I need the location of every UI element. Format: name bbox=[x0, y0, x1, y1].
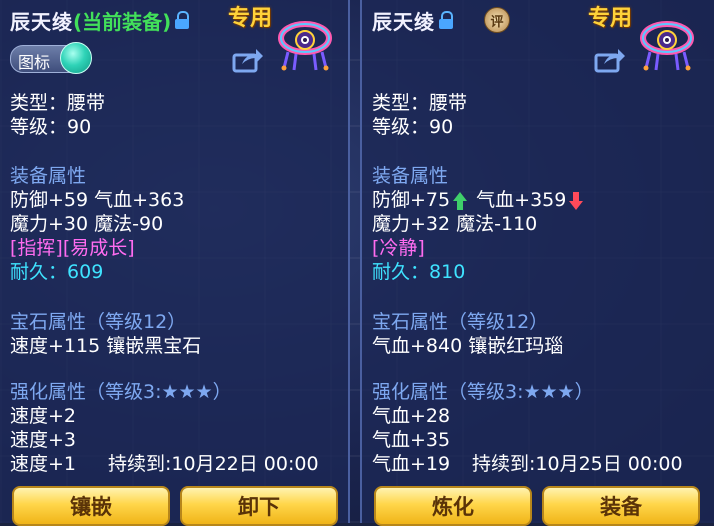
item-name: 辰天绫 bbox=[10, 9, 73, 34]
durability-value: 609 bbox=[67, 261, 104, 283]
gem-line: 速度+115 镶嵌黑宝石 bbox=[10, 335, 202, 357]
enhance-duration: 持续到:10月25日 00:00 bbox=[472, 453, 683, 475]
compare-equipment-panel: 辰天绫 专用 类型：腰带 等级：90 装备属性 防御+75 气血+359 魔力+… bbox=[360, 0, 714, 526]
up-arrow-icon bbox=[453, 191, 468, 210]
belt-icon[interactable] bbox=[638, 14, 696, 72]
exclusive-label: 专用 bbox=[228, 6, 273, 31]
share-icon[interactable] bbox=[232, 46, 264, 74]
equip-button[interactable]: 装备 bbox=[542, 486, 700, 526]
type-line: 类型：腰带 bbox=[372, 92, 468, 114]
item-title: 辰天绫 bbox=[372, 6, 453, 34]
equipped-tag: (当前装备) bbox=[73, 9, 172, 34]
icon-toggle-label: 图标 bbox=[18, 53, 51, 72]
level-line: 等级：90 bbox=[10, 116, 92, 138]
unequip-button[interactable]: 卸下 bbox=[180, 486, 338, 526]
lock-icon[interactable] bbox=[439, 11, 453, 29]
enhance-line-3: 速度+1 bbox=[10, 453, 77, 475]
level-line: 等级：90 bbox=[372, 116, 454, 138]
durability: 耐久：810 bbox=[372, 260, 465, 284]
inlay-button[interactable]: 镶嵌 bbox=[12, 486, 170, 526]
attr-line-2: 魔力+32 魔法-110 bbox=[372, 213, 538, 235]
enhance-line-2: 气血+35 bbox=[372, 429, 451, 451]
hp-value: 气血+359 bbox=[476, 189, 567, 211]
attr-line-2: 魔力+30 魔法-90 bbox=[10, 213, 164, 235]
lock-icon[interactable] bbox=[175, 11, 190, 29]
attr-heading: 装备属性 bbox=[372, 165, 449, 187]
belt-icon[interactable] bbox=[276, 14, 334, 72]
attr-heading: 装备属性 bbox=[10, 165, 87, 187]
defense-value: 防御+75 bbox=[372, 189, 451, 211]
refine-button[interactable]: 炼化 bbox=[374, 486, 532, 526]
durability-label: 耐久： bbox=[10, 261, 68, 283]
icon-toggle[interactable]: 图标 bbox=[10, 42, 92, 74]
enhance-line-2: 速度+3 bbox=[10, 429, 77, 451]
durability: 耐久：609 bbox=[10, 260, 103, 284]
rate-badge[interactable]: 评 bbox=[484, 7, 510, 33]
current-equipment-panel: 辰天绫 (当前装备) 专用 图标 类型：腰带 等级：90 装备属性 防御+59 … bbox=[0, 0, 350, 526]
special-effects: [指挥][易成长] bbox=[10, 237, 135, 259]
item-name: 辰天绫 bbox=[372, 9, 435, 34]
enhance-line-3: 气血+19 bbox=[372, 453, 451, 475]
gem-heading: 宝石属性（等级12） bbox=[10, 311, 187, 333]
share-icon[interactable] bbox=[594, 46, 626, 74]
item-title: 辰天绫 (当前装备) bbox=[10, 6, 190, 34]
enhance-line-1: 速度+2 bbox=[10, 405, 77, 427]
enhance-line-1: 气血+28 bbox=[372, 405, 451, 427]
enhance-heading: 强化属性（等级3:★★★） bbox=[10, 381, 232, 403]
enhance-duration: 持续到:10月22日 00:00 bbox=[108, 453, 319, 475]
gem-line: 气血+840 镶嵌红玛瑙 bbox=[372, 335, 564, 357]
attr-line-1: 防御+59 气血+363 bbox=[10, 189, 185, 211]
special-effects: [冷静] bbox=[372, 237, 425, 259]
toggle-knob[interactable] bbox=[60, 42, 92, 74]
type-line: 类型：腰带 bbox=[10, 92, 106, 114]
durability-value: 810 bbox=[429, 261, 466, 283]
exclusive-label: 专用 bbox=[588, 6, 633, 31]
down-arrow-icon bbox=[569, 191, 584, 210]
attr-line-1: 防御+75 气血+359 bbox=[372, 188, 586, 212]
gem-heading: 宝石属性（等级12） bbox=[372, 311, 549, 333]
durability-label: 耐久： bbox=[372, 261, 430, 283]
enhance-heading: 强化属性（等级3:★★★） bbox=[372, 381, 594, 403]
